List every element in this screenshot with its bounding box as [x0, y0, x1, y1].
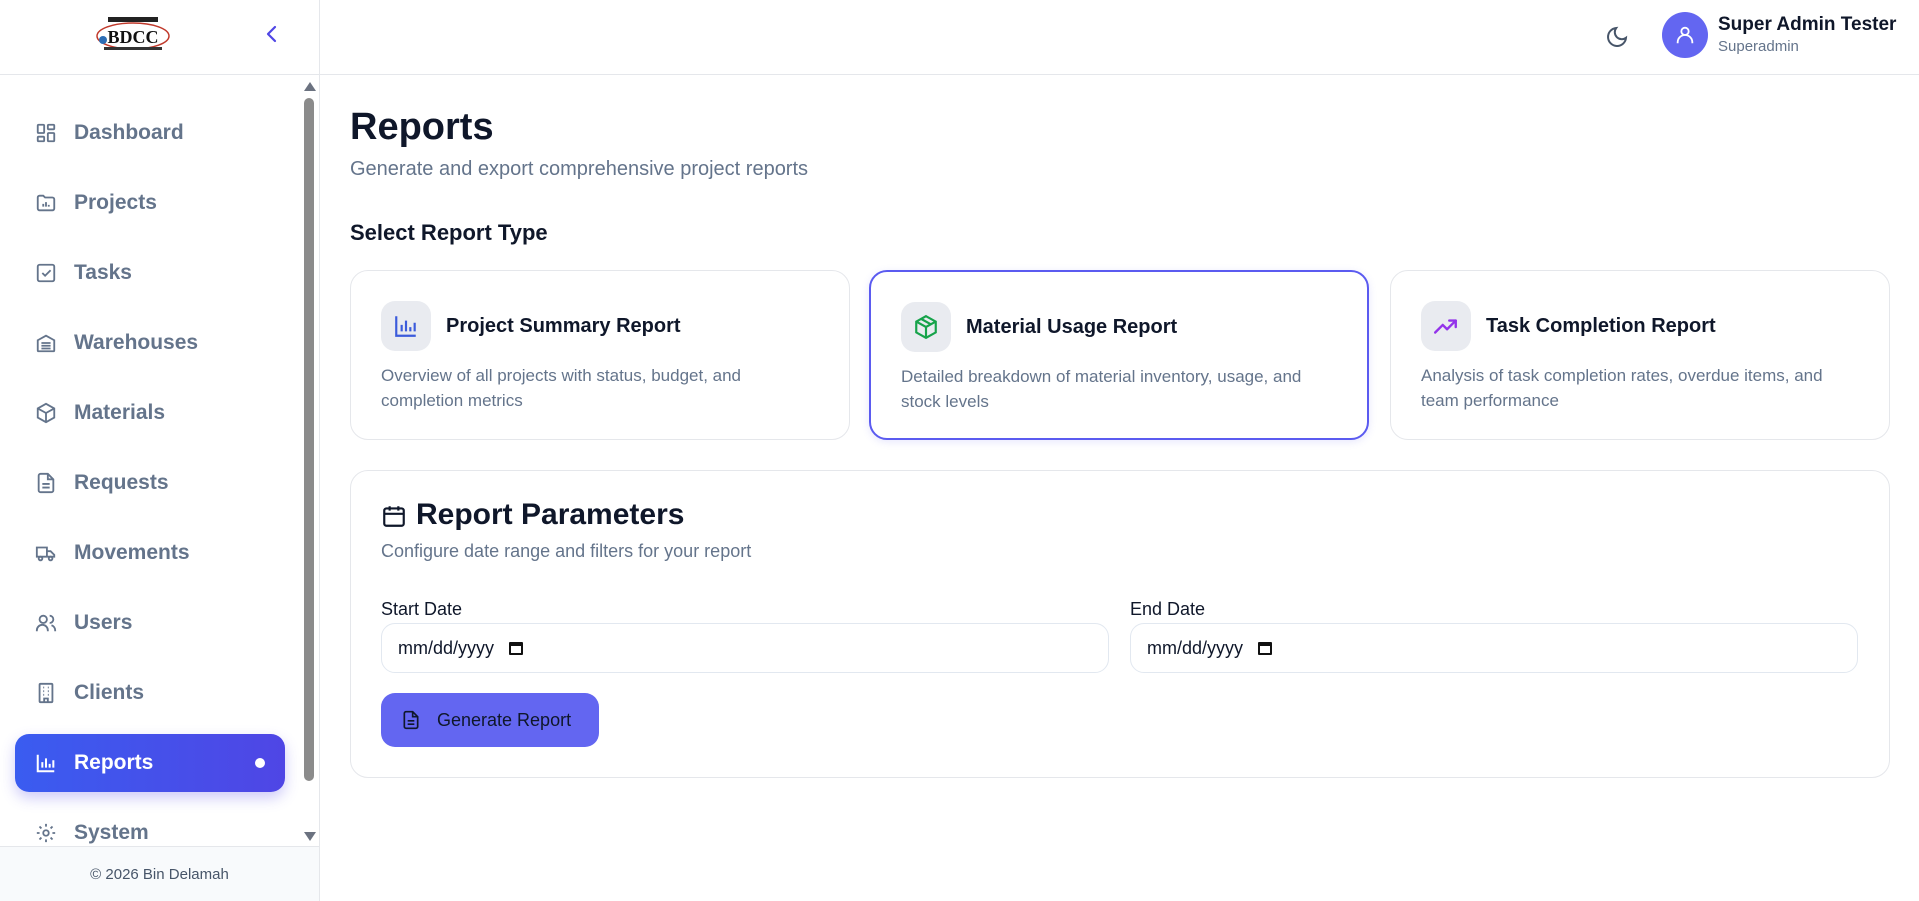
card-icon-box [381, 301, 431, 351]
user-role: Superadmin [1718, 38, 1799, 55]
sidebar-item-reports[interactable]: Reports [15, 734, 285, 792]
sidebar-item-warehouses[interactable]: Warehouses [15, 314, 285, 372]
app-root: BDCC Dashboard Projects Tasks Warehouses… [0, 0, 1919, 901]
scroll-up-arrow-icon[interactable] [304, 82, 316, 91]
sidebar-item-label: Reports [74, 751, 154, 774]
end-date-label: End Date [1130, 599, 1206, 619]
sidebar-item-label: Projects [74, 191, 157, 214]
gear-icon [34, 821, 58, 845]
checkbox-icon [34, 261, 58, 285]
package-icon [915, 314, 937, 340]
folder-chart-icon [34, 191, 58, 215]
start-date-value: mm/dd/yyyy [398, 637, 495, 658]
card-description: Detailed breakdown of material inventory… [901, 367, 1302, 411]
sidebar-item-label: System [74, 821, 149, 844]
sidebar-item-system[interactable]: System [15, 804, 285, 846]
card-description: Overview of all projects with status, bu… [381, 366, 742, 410]
collapse-sidebar-button[interactable] [258, 20, 286, 48]
sidebar-item-dashboard[interactable]: Dashboard [15, 104, 285, 162]
avatar[interactable] [1662, 12, 1708, 58]
sidebar-nav: Dashboard Projects Tasks Warehouses Mate… [0, 76, 302, 846]
card-title: Material Usage Report [966, 316, 1178, 338]
company-logo: BDCC [96, 17, 170, 50]
card-title: Project Summary Report [446, 315, 681, 337]
calendar-icon [383, 506, 405, 527]
moon-icon [1607, 26, 1628, 47]
dashboard-icon [34, 121, 58, 145]
theme-toggle-button[interactable] [1602, 22, 1632, 52]
top-header: Super Admin Tester Superadmin [320, 0, 1919, 75]
report-card-task-completion[interactable]: Task Completion Report Analysis of task … [1390, 270, 1890, 440]
sidebar-item-label: Dashboard [74, 121, 184, 144]
page-title: Reports [350, 106, 494, 148]
sidebar-footer: © 2026 Bin Delamah [0, 846, 319, 901]
truck-icon [34, 541, 58, 565]
user-icon [1676, 26, 1694, 44]
sidebar-item-requests[interactable]: Requests [15, 454, 285, 512]
sidebar-scrollbar[interactable] [302, 76, 316, 846]
active-indicator-dot [255, 758, 265, 768]
sidebar-item-label: Movements [74, 541, 190, 564]
params-title: Report Parameters [416, 498, 685, 531]
sidebar-item-label: Clients [74, 681, 145, 704]
bar-chart-icon [34, 751, 58, 775]
params-subtitle: Configure date range and filters for you… [381, 541, 752, 561]
generate-report-button[interactable]: Generate Report [381, 693, 599, 747]
user-name[interactable]: Super Admin Tester [1718, 14, 1896, 36]
section-title: Select Report Type [350, 220, 548, 245]
end-date-input[interactable]: mm/dd/yyyy [1130, 623, 1858, 673]
warehouse-icon [34, 331, 58, 355]
logo-bar: BDCC [0, 0, 319, 75]
scroll-down-arrow-icon[interactable] [304, 832, 316, 841]
sidebar-item-label: Users [74, 611, 133, 634]
scroll-thumb[interactable] [304, 98, 314, 781]
sidebar-item-label: Warehouses [74, 331, 199, 354]
bar-chart-icon [395, 316, 416, 337]
sidebar-item-projects[interactable]: Projects [15, 174, 285, 232]
sidebar-item-clients[interactable]: Clients [15, 664, 285, 722]
trending-up-icon [1433, 319, 1457, 334]
sidebar-item-label: Requests [74, 471, 169, 494]
building-icon [34, 681, 58, 705]
start-date-label: Start Date [381, 599, 463, 619]
users-icon [34, 611, 58, 635]
report-card-project-summary[interactable]: Project Summary Report Overview of all p… [350, 270, 850, 440]
document-icon [34, 471, 58, 495]
sidebar-item-label: Tasks [74, 261, 132, 284]
sidebar-item-movements[interactable]: Movements [15, 524, 285, 582]
calendar-picker-icon[interactable] [1257, 640, 1273, 656]
report-parameters-panel: Report Parameters Configure date range a… [350, 470, 1890, 778]
sidebar-item-tasks[interactable]: Tasks [15, 244, 285, 302]
end-date-value: mm/dd/yyyy [1147, 637, 1244, 658]
report-card-material-usage[interactable]: Material Usage Report Detailed breakdown… [869, 270, 1369, 440]
generate-report-label: Generate Report [437, 709, 572, 730]
card-description: Analysis of task completion rates, overd… [1421, 366, 1823, 410]
card-title: Task Completion Report [1486, 315, 1716, 337]
card-icon-box [901, 302, 951, 352]
card-icon-box [1421, 301, 1471, 351]
sidebar-item-materials[interactable]: Materials [15, 384, 285, 442]
calendar-picker-icon[interactable] [508, 640, 524, 656]
page-subtitle: Generate and export comprehensive projec… [350, 158, 809, 180]
sidebar-item-users[interactable]: Users [15, 594, 285, 652]
document-icon [403, 710, 419, 730]
start-date-input[interactable]: mm/dd/yyyy [381, 623, 1109, 673]
logo-text: BDCC [107, 27, 158, 47]
package-icon [34, 401, 58, 425]
chevron-left-icon [266, 25, 277, 43]
sidebar: BDCC Dashboard Projects Tasks Warehouses… [0, 0, 320, 901]
sidebar-item-label: Materials [74, 401, 166, 424]
